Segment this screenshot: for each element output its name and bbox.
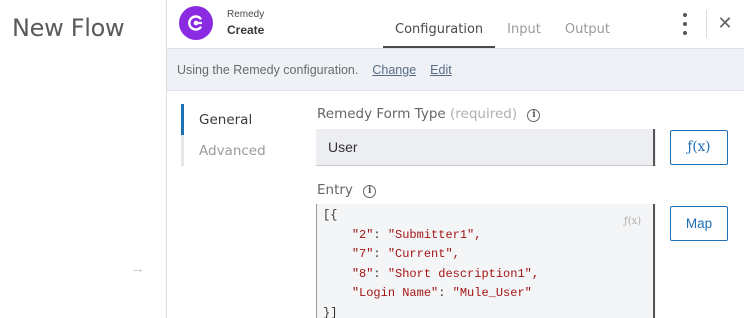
edit-link[interactable]: Edit	[430, 63, 452, 77]
code-key: "2"	[351, 227, 374, 242]
panel-header: Remedy Create Configuration Input Output…	[167, 0, 744, 48]
entry-editor[interactable]: [{ "2": "Submitter1", "7": "Current", "8…	[316, 204, 656, 318]
nav-item-general[interactable]: General	[181, 104, 301, 135]
configuration-text: Using the Remedy configuration.	[177, 63, 359, 77]
form-type-label-text: Remedy Form Type	[317, 106, 446, 122]
info-icon[interactable]: i	[363, 185, 377, 198]
change-link[interactable]: Change	[372, 63, 416, 77]
operation-panel: Remedy Create Configuration Input Output…	[166, 0, 744, 318]
configuration-bar: Using the Remedy configuration. Change Edi…	[167, 48, 744, 91]
code-line: "2": "Submitter1",	[351, 227, 482, 242]
entry-label: Entry i	[317, 182, 377, 198]
code-value: "Submitter1",	[387, 227, 482, 242]
form-type-label: Remedy Form Type (required) i	[317, 106, 541, 122]
remedy-logo-icon	[179, 6, 213, 40]
tab-input[interactable]: Input	[495, 0, 553, 48]
map-button[interactable]: Map	[670, 206, 728, 241]
code-line: }]	[323, 305, 338, 318]
arrow-right-icon[interactable]: →	[130, 260, 145, 277]
entry-label-text: Entry	[317, 182, 353, 198]
code-value: "Current",	[387, 247, 460, 261]
nav-item-advanced[interactable]: Advanced	[181, 135, 301, 166]
connector-name: Remedy	[227, 9, 265, 20]
tab-output[interactable]: Output	[553, 0, 622, 48]
code-value: "Mule_User"	[452, 286, 532, 300]
flow-canvas: New Flow →	[0, 0, 166, 318]
operation-name: Create	[227, 23, 265, 37]
entry-edge	[653, 204, 655, 318]
form-type-select[interactable]: User	[316, 129, 656, 166]
code-value: "Short description1",	[387, 266, 540, 281]
flow-title: New Flow	[12, 14, 125, 42]
code-key: "8"	[351, 266, 374, 281]
more-options-icon[interactable]	[677, 12, 693, 36]
panel-tabs: Configuration Input Output	[383, 0, 622, 48]
code-line: "7": "Current",	[351, 247, 460, 261]
form-type-edge	[653, 129, 655, 166]
info-icon[interactable]: i	[527, 109, 541, 122]
entry-code[interactable]: [{ "2": "Submitter1", "7": "Current", "8…	[323, 206, 539, 318]
code-line: [{	[323, 208, 338, 222]
code-line: "Login Name": "Mule_User"	[351, 286, 532, 300]
code-key: "Login Name"	[351, 286, 439, 300]
required-marker: (required)	[450, 106, 518, 122]
side-nav: General Advanced	[181, 104, 301, 166]
function-button[interactable]: ƒ(x)	[670, 130, 728, 165]
function-hint-icon[interactable]: ƒ(x)	[624, 216, 641, 227]
tab-configuration[interactable]: Configuration	[383, 0, 496, 48]
code-key: "7"	[351, 247, 374, 261]
close-icon[interactable]: ✕	[715, 11, 735, 35]
header-divider	[706, 10, 707, 38]
code-line: "8": "Short description1",	[351, 266, 540, 281]
